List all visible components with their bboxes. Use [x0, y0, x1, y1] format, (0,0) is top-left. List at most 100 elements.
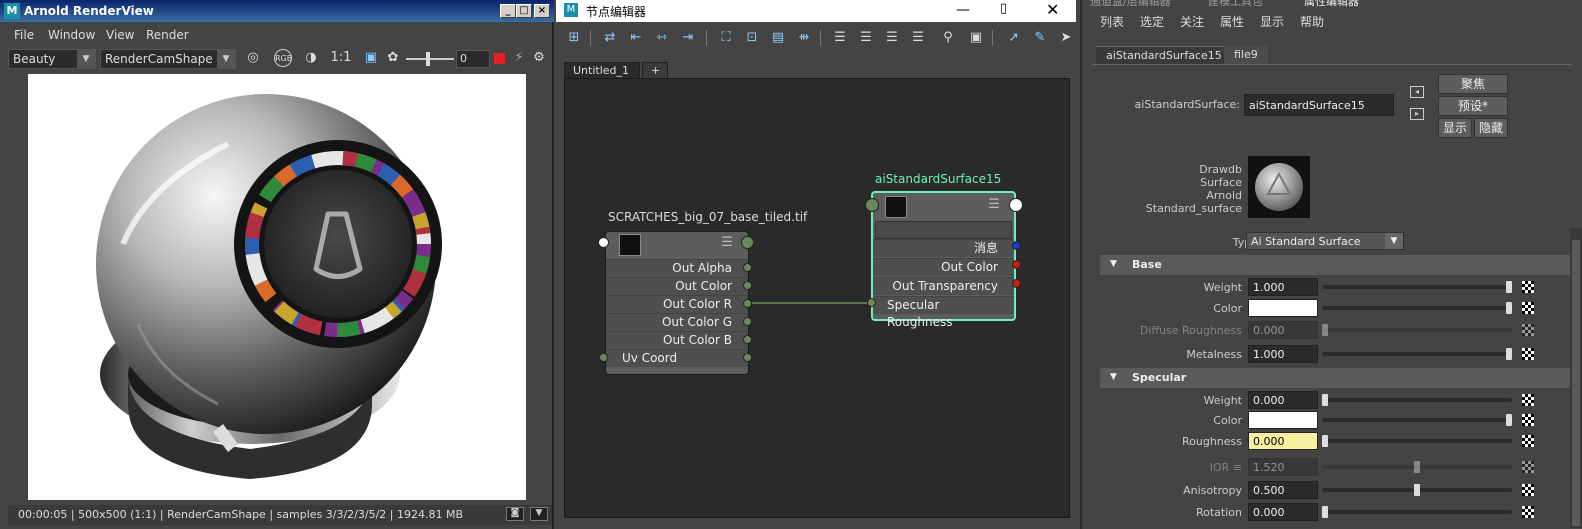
menu-render[interactable]: Render — [146, 28, 189, 42]
minimize-button[interactable]: _ — [500, 4, 516, 18]
input-connections-icon[interactable]: ◂ — [1410, 86, 1424, 98]
attr-value-field[interactable]: 0.500 — [1248, 481, 1318, 499]
section-base-header[interactable]: ▼ Base — [1100, 255, 1572, 275]
attr-out-color-b[interactable]: Out Color B — [606, 331, 748, 349]
stop-render-icon[interactable] — [494, 53, 505, 64]
snapshot-icon[interactable]: ▣ — [966, 28, 986, 48]
node-input-port[interactable] — [865, 198, 879, 212]
attr-slider-handle[interactable] — [1506, 281, 1512, 293]
menu-list[interactable]: 列表 — [1100, 13, 1124, 30]
pointer-icon[interactable]: ➤ — [1056, 28, 1076, 48]
tab-aistandardsurface15[interactable]: aiStandardSurface15 — [1096, 46, 1232, 64]
map-texture-icon[interactable] — [1522, 324, 1534, 336]
layout-icon[interactable]: ▤ — [768, 28, 788, 48]
full-mode-icon[interactable]: ☰ — [882, 28, 902, 48]
attr-message[interactable]: 消息 — [873, 239, 1014, 257]
out-color-b-port[interactable] — [743, 335, 752, 344]
focus-button[interactable]: 聚焦 — [1438, 74, 1508, 94]
exposure-input[interactable]: 0 — [456, 50, 490, 68]
attr-slider-handle[interactable] — [1322, 435, 1328, 447]
attr-out-color[interactable]: Out Color — [606, 277, 748, 295]
input-connections-icon[interactable]: ⇤ — [626, 28, 646, 48]
color-swatch-field[interactable] — [1248, 411, 1318, 429]
attr-value-field[interactable]: 1.520 — [1248, 458, 1318, 476]
attr-slider-track[interactable] — [1322, 398, 1512, 402]
map-texture-icon[interactable] — [1522, 506, 1534, 518]
tab-attribute-editor[interactable]: 属性编辑器 — [1304, 0, 1359, 9]
minimize-button[interactable]: — — [956, 2, 970, 18]
attr-value-field[interactable]: 0.000 — [1248, 321, 1318, 339]
tab-file9[interactable]: file9 — [1224, 46, 1268, 64]
attr-slider-track[interactable] — [1322, 439, 1512, 443]
add-node-icon[interactable]: ⊞ — [564, 28, 584, 48]
attr-value-field[interactable]: 0.000 — [1248, 432, 1318, 450]
uv-coord-out-port[interactable] — [743, 353, 752, 362]
attr-slider-handle[interactable] — [1322, 394, 1328, 406]
out-color-g-port[interactable] — [743, 317, 752, 326]
attr-out-transparency[interactable]: Out Transparency — [873, 277, 1014, 295]
refresh-icon[interactable]: ✿ — [384, 49, 402, 67]
map-texture-icon[interactable] — [1522, 461, 1534, 473]
close-button[interactable]: ✕ — [1046, 0, 1060, 19]
scrollbar-thumb[interactable] — [1572, 240, 1580, 526]
attr-slider-track[interactable] — [1322, 510, 1512, 514]
message-port[interactable] — [1012, 241, 1021, 250]
map-texture-icon[interactable] — [1522, 281, 1534, 293]
frame-all-icon[interactable]: ⛶ — [716, 28, 736, 48]
attr-slider-handle[interactable] — [1506, 302, 1512, 314]
close-button[interactable]: × — [534, 4, 550, 18]
attr-slider-handle[interactable] — [1322, 324, 1328, 336]
map-texture-icon[interactable] — [1522, 435, 1534, 447]
swap-icon[interactable]: ⇄ — [600, 28, 620, 48]
maximize-button[interactable]: □ — [516, 4, 532, 18]
exposure-slider-handle[interactable] — [426, 52, 430, 66]
output-connections-icon[interactable]: ▸ — [1410, 108, 1424, 120]
menu-file[interactable]: File — [14, 28, 34, 42]
out-color-port[interactable] — [743, 281, 752, 290]
simple-mode-icon[interactable]: ☰ — [830, 28, 850, 48]
attr-slider-track[interactable] — [1322, 418, 1512, 422]
attr-out-alpha[interactable]: Out Alpha — [606, 259, 748, 277]
presets-button[interactable]: 预设* — [1438, 96, 1508, 116]
snapshot-icon[interactable]: ◙ — [506, 507, 524, 521]
graph-layout-icon[interactable]: ⇻ — [794, 28, 814, 48]
node-output-port[interactable] — [741, 236, 754, 249]
menu-window[interactable]: Window — [48, 28, 95, 42]
node-input-port[interactable] — [598, 237, 609, 248]
material-swatch[interactable] — [1248, 156, 1310, 218]
type-dropdown[interactable]: Ai Standard Surface ▼ — [1246, 232, 1404, 250]
attr-out-color-r[interactable]: Out Color R — [606, 295, 748, 313]
output-connections-icon[interactable]: ⇥ — [678, 28, 698, 48]
attr-slider-track[interactable] — [1322, 285, 1512, 289]
node-graph-canvas[interactable]: SCRATCHES_big_07_base_tiled.tif ☰ Out Al… — [564, 78, 1070, 518]
attr-specular-roughness[interactable]: Specular Roughness — [873, 296, 1014, 329]
map-texture-icon[interactable] — [1522, 302, 1534, 314]
map-texture-icon[interactable] — [1522, 484, 1534, 496]
file-node[interactable]: ☰ Out Alpha Out Color Out Color R Out Co… — [605, 231, 749, 375]
menu-show[interactable]: 显示 — [1260, 13, 1284, 30]
display-settings-icon[interactable]: ◑ — [302, 49, 320, 67]
uv-coord-in-port[interactable] — [599, 353, 608, 362]
attr-value-field[interactable]: 1.000 — [1248, 278, 1318, 296]
out-color-r-port[interactable] — [743, 299, 752, 308]
attr-value-field[interactable]: 0.000 — [1248, 503, 1318, 521]
attr-slider-handle[interactable] — [1414, 461, 1420, 473]
attr-value-field[interactable]: 1.000 — [1248, 345, 1318, 363]
tab-modeling-toolkit[interactable]: 建模工具包 — [1208, 0, 1263, 9]
attr-out-color-g[interactable]: Out Color G — [606, 313, 748, 331]
show-button[interactable]: 显示 — [1438, 118, 1472, 138]
scrollbar[interactable] — [1570, 228, 1582, 528]
settings-gear-icon[interactable]: ⚙ — [530, 49, 548, 67]
node-mode-icon[interactable]: ☰ — [720, 236, 734, 250]
hide-button[interactable]: 隐藏 — [1474, 118, 1508, 138]
color-swatch-field[interactable] — [1248, 299, 1318, 317]
specular-roughness-in-port[interactable] — [867, 298, 876, 307]
attr-uv-coord[interactable]: Uv Coord — [606, 349, 748, 367]
menu-focus[interactable]: 关注 — [1180, 13, 1204, 30]
attr-slider-track[interactable] — [1322, 352, 1512, 356]
shader-node[interactable]: ☰ 消息 Out Color Out Transparency Specular… — [871, 191, 1016, 329]
menu-view[interactable]: View — [106, 28, 134, 42]
connected-mode-icon[interactable]: ☰ — [856, 28, 876, 48]
attr-slider-track[interactable] — [1322, 306, 1512, 310]
debug-shading-icon[interactable]: ⚡ — [510, 49, 528, 67]
